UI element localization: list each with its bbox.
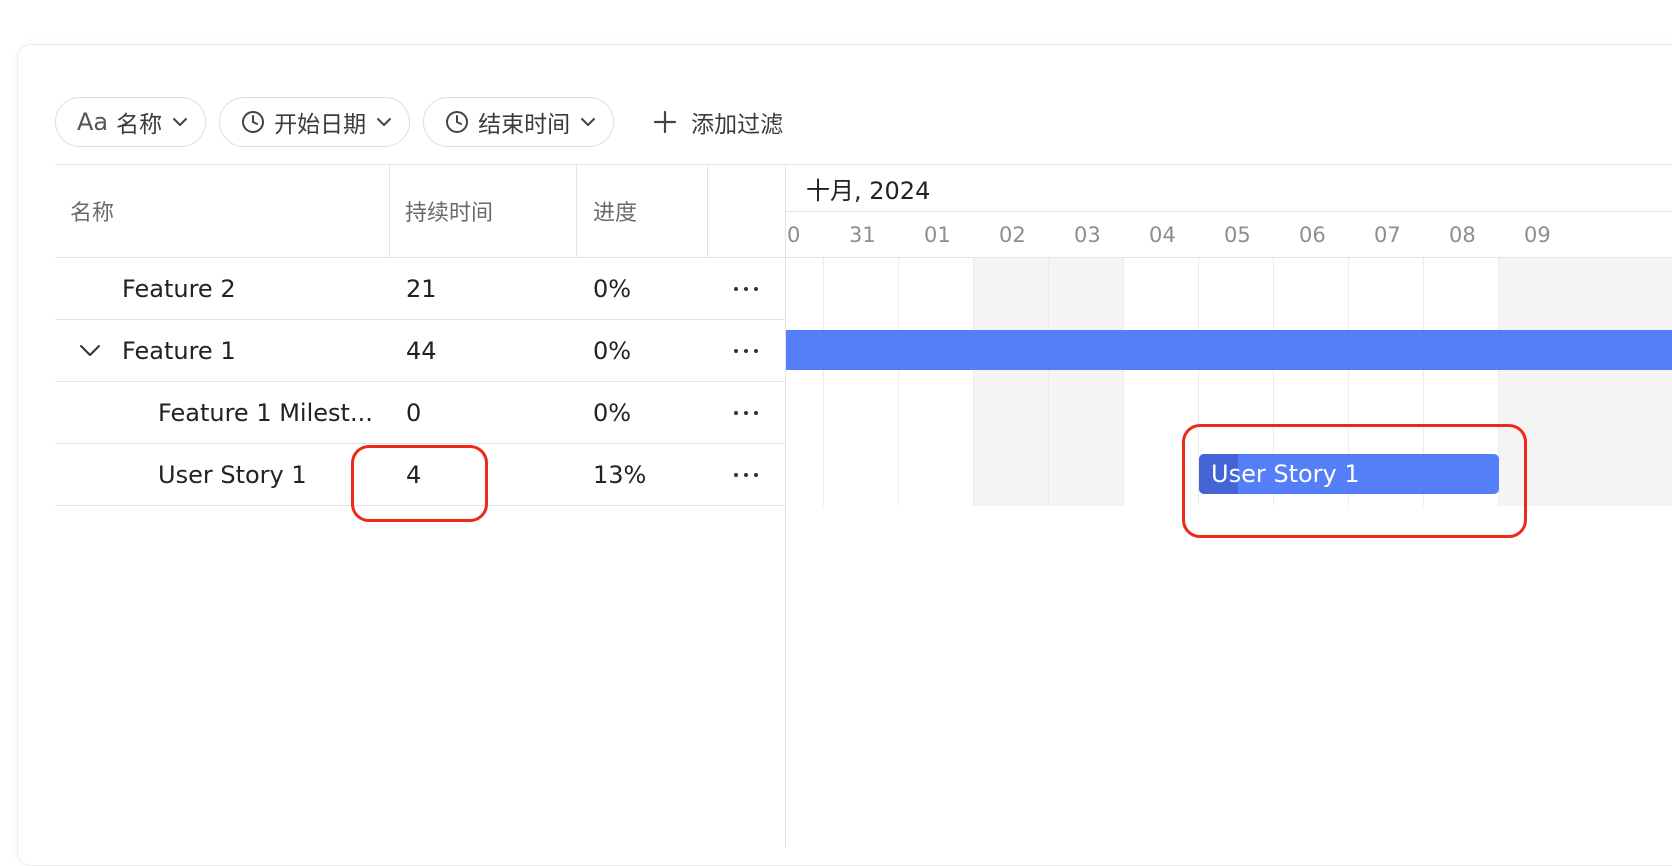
day-label: 03 <box>1074 223 1101 247</box>
task-progress[interactable]: 13% <box>593 444 646 505</box>
divider <box>707 164 708 258</box>
gantt-bar-feature-1[interactable] <box>786 330 1672 370</box>
task-duration[interactable]: 0 <box>406 382 421 443</box>
add-filter-button[interactable]: 添加过滤 <box>627 97 793 147</box>
filter-name-label: 名称 <box>116 112 163 138</box>
divider <box>823 258 824 506</box>
column-header-name[interactable]: 名称 <box>70 164 114 258</box>
task-progress[interactable]: 0% <box>593 382 631 443</box>
chevron-down-icon <box>580 117 596 127</box>
column-header-progress[interactable]: 进度 <box>593 164 637 258</box>
chevron-down-icon <box>376 117 392 127</box>
task-name[interactable]: User Story 1 <box>158 444 307 505</box>
filter-end-date-button[interactable]: 结束时间 <box>423 97 615 147</box>
filter-end-date-label: 结束时间 <box>478 112 571 138</box>
divider <box>576 164 577 258</box>
day-label: 0 <box>787 223 801 247</box>
task-name[interactable]: Feature 1 <box>122 320 236 381</box>
filter-start-date-label: 开始日期 <box>274 112 367 138</box>
add-filter-label: 添加过滤 <box>691 112 784 138</box>
task-progress[interactable]: 0% <box>593 258 631 319</box>
day-label: 05 <box>1224 223 1251 247</box>
filter-name-button[interactable]: Aa 名称 <box>55 97 207 147</box>
plus-icon <box>653 110 677 134</box>
chevron-down-icon <box>172 117 188 127</box>
task-name[interactable]: Feature 2 <box>122 258 236 319</box>
column-header-duration[interactable]: 持续时间 <box>405 164 493 258</box>
day-label: 08 <box>1449 223 1476 247</box>
day-label: 02 <box>999 223 1026 247</box>
day-label: 01 <box>924 223 951 247</box>
day-label: 09 <box>1524 223 1551 247</box>
more-horizontal-icon[interactable] <box>731 320 761 381</box>
filter-start-date-button[interactable]: 开始日期 <box>219 97 411 147</box>
highlight-gantt-bar <box>1182 424 1527 538</box>
day-label: 31 <box>849 223 876 247</box>
divider <box>973 258 974 506</box>
chevron-down-icon[interactable] <box>79 320 101 381</box>
task-progress[interactable]: 0% <box>593 320 631 381</box>
table-row[interactable]: Feature 2 21 0% <box>55 258 785 320</box>
task-duration[interactable]: 44 <box>406 320 437 381</box>
task-duration[interactable]: 21 <box>406 258 437 319</box>
text-type-icon: Aa <box>77 108 109 136</box>
filter-bar: Aa 名称 开始日期 结束时间 添加过滤 <box>55 96 793 148</box>
task-name[interactable]: Feature 1 Milest... <box>158 382 373 443</box>
day-label: 06 <box>1299 223 1326 247</box>
divider <box>1123 258 1124 506</box>
more-horizontal-icon[interactable] <box>731 444 761 505</box>
table-row[interactable]: Feature 1 Milest... 0 0% <box>55 382 785 444</box>
clock-icon <box>445 110 469 134</box>
divider <box>389 164 390 258</box>
table-row[interactable]: Feature 1 44 0% <box>55 320 785 382</box>
day-scale: 0 31 01 02 03 04 05 06 07 08 09 <box>786 212 1672 258</box>
more-horizontal-icon[interactable] <box>731 258 761 319</box>
highlight-duration <box>351 445 488 522</box>
divider <box>898 258 899 506</box>
day-label: 04 <box>1149 223 1176 247</box>
month-label: 十月, 2024 <box>806 176 931 205</box>
more-horizontal-icon[interactable] <box>731 382 761 443</box>
clock-icon <box>241 110 265 134</box>
day-label: 07 <box>1374 223 1401 247</box>
divider <box>1048 258 1049 506</box>
